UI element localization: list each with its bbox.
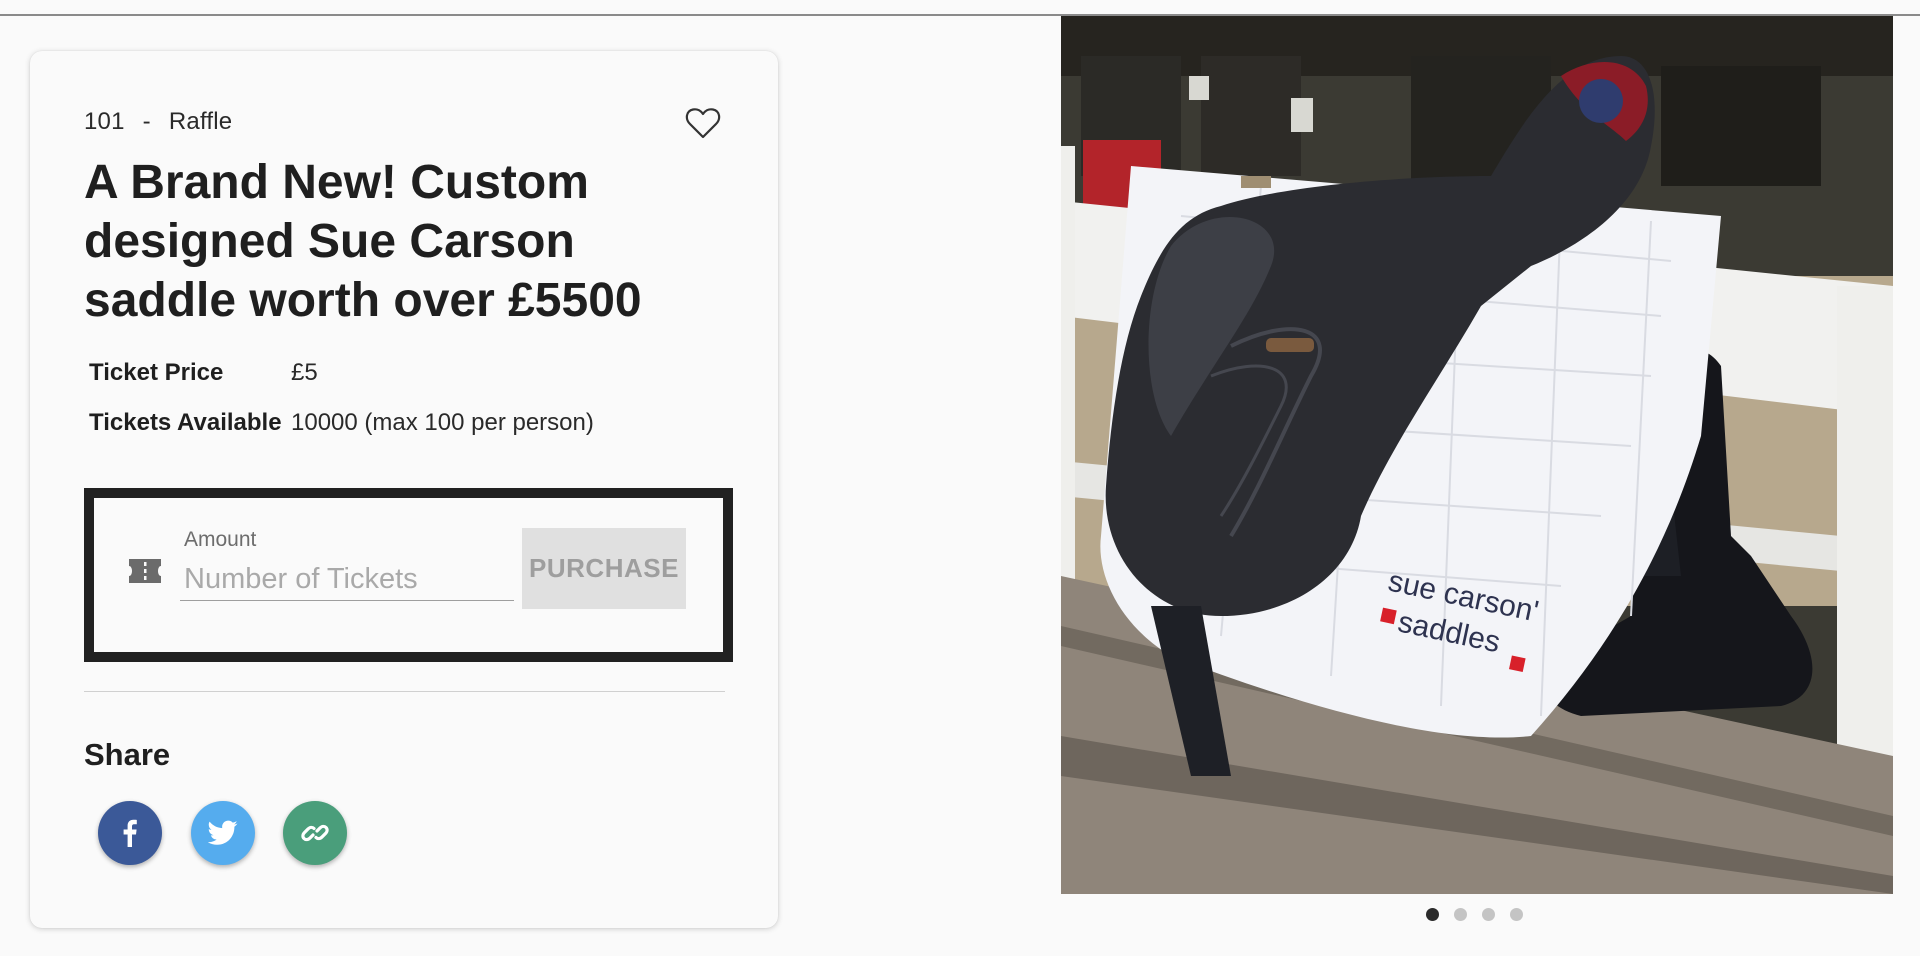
favorite-button[interactable] [684,105,722,141]
listing-type: Raffle [168,108,233,135]
ticket-price-value: £5 [291,359,318,386]
listing-meta: 101- Raffle [84,108,232,136]
tickets-available-row: Tickets Available 10000 (max 100 per per… [89,409,594,437]
section-divider [84,691,725,692]
facebook-icon [123,819,137,847]
share-heading: Share [84,737,171,772]
ticket-icon [129,559,161,583]
share-facebook-button[interactable] [98,801,162,865]
listing-card: 101- Raffle A Brand New! Custom designed … [30,51,778,928]
twitter-icon [208,820,238,845]
meta-separator: - [142,108,151,135]
carousel-indicators [1426,908,1523,921]
ticket-amount-input[interactable] [180,558,514,601]
copy-link-button[interactable] [283,801,347,865]
listing-number: 101 [84,108,125,135]
share-twitter-button[interactable] [191,801,255,865]
carousel-dot-4[interactable] [1510,908,1523,921]
carousel-dot-2[interactable] [1454,908,1467,921]
ticket-price-label: Ticket Price [89,359,224,386]
carousel-dot-3[interactable] [1482,908,1495,921]
product-image[interactable]: sue carson' saddles [1061,16,1893,894]
ticket-price-row: Ticket Price £5 [89,359,318,387]
tickets-available-label: Tickets Available [89,409,282,436]
tickets-available-value: 10000 (max 100 per person) [291,409,594,436]
carousel-dot-1[interactable] [1426,908,1439,921]
purchase-button[interactable]: PURCHASE [522,528,686,609]
purchase-form: Amount PURCHASE [84,488,733,662]
amount-label: Amount [184,528,257,551]
saddle-photo: sue carson' saddles [1061,16,1893,894]
link-icon [301,824,329,842]
heart-icon [685,108,721,139]
listing-title: A Brand New! Custom designed Sue Carson … [84,156,642,327]
